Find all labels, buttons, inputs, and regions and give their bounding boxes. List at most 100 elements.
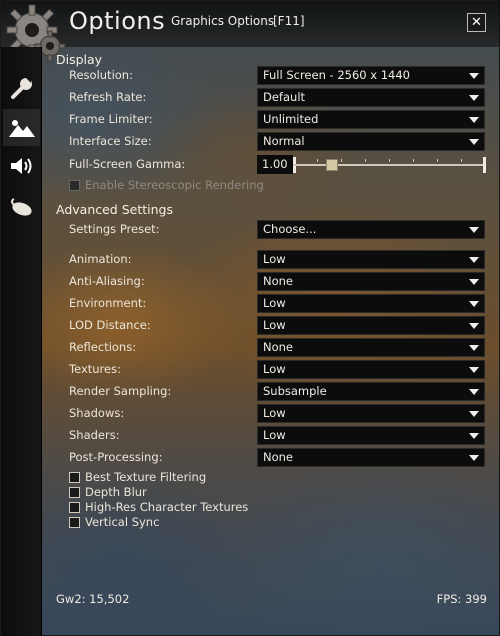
build-number: Gw2: 15,502 xyxy=(56,592,130,606)
vertical-sync-option[interactable]: Vertical Sync xyxy=(69,515,159,529)
chevron-down-icon xyxy=(469,433,479,439)
depth-blur-checkbox[interactable] xyxy=(69,486,80,498)
anti-aliasing-label: Anti-Aliasing: xyxy=(69,274,145,288)
speaker-icon xyxy=(10,157,31,174)
settings-preset-dropdown[interactable]: Choose... xyxy=(257,220,485,239)
slider-tick xyxy=(389,159,390,162)
stereo-rendering-checkbox[interactable] xyxy=(69,179,80,191)
settings-preset-label: Settings Preset: xyxy=(69,222,160,236)
gamma-slider-track[interactable] xyxy=(293,164,486,166)
mountains-icon xyxy=(8,119,35,137)
gamma-label: Full-Screen Gamma: xyxy=(69,157,186,171)
settings-preset-value: Choose... xyxy=(263,222,317,236)
window-subtitle: Graphics Options xyxy=(171,14,275,28)
chevron-down-icon xyxy=(469,73,479,79)
lod-distance-label: LOD Distance: xyxy=(69,318,151,332)
frame-limiter-dropdown[interactable]: Unlimited xyxy=(257,110,485,129)
resolution-dropdown[interactable]: Full Screen - 2560 x 1440 xyxy=(257,66,485,85)
advanced-section-title: Advanced Settings xyxy=(56,202,173,217)
best-texture-filtering-label: Best Texture Filtering xyxy=(85,470,207,484)
chevron-down-icon xyxy=(469,455,479,461)
environment-label: Environment: xyxy=(69,296,147,310)
shaders-value: Low xyxy=(263,428,286,442)
gamma-slider-thumb[interactable] xyxy=(325,159,338,171)
chevron-down-icon xyxy=(469,323,479,329)
animation-label: Animation: xyxy=(69,252,132,266)
best-texture-filtering-checkbox[interactable] xyxy=(69,471,80,483)
display-section-title: Display xyxy=(56,52,103,67)
hotkey-label: [F11] xyxy=(273,14,305,28)
vertical-sync-label: Vertical Sync xyxy=(85,515,160,529)
textures-dropdown[interactable]: Low xyxy=(257,360,485,379)
anti-aliasing-value: None xyxy=(263,274,294,288)
window-title: Options xyxy=(69,7,166,35)
interface-size-value: Normal xyxy=(263,134,305,148)
refresh-rate-label: Refresh Rate: xyxy=(69,90,147,104)
wrench-icon xyxy=(10,77,32,99)
refresh-rate-dropdown[interactable]: Default xyxy=(257,88,485,107)
high-res-textures-label: High-Res Character Textures xyxy=(85,500,249,514)
depth-blur-label: Depth Blur xyxy=(85,485,147,499)
chevron-down-icon xyxy=(469,279,479,285)
chevron-down-icon xyxy=(469,301,479,307)
vertical-sync-checkbox[interactable] xyxy=(69,516,80,528)
slider-tick xyxy=(437,159,438,162)
environment-value: Low xyxy=(263,296,286,310)
post-processing-value: None xyxy=(263,450,294,464)
mouse-icon xyxy=(10,197,32,216)
frame-limiter-label: Frame Limiter: xyxy=(69,112,153,126)
tab-graphics[interactable] xyxy=(3,109,40,146)
high-res-textures-checkbox[interactable] xyxy=(69,501,80,513)
render-sampling-label: Render Sampling: xyxy=(69,384,172,398)
slider-end-right xyxy=(483,157,486,173)
best-texture-filtering-option[interactable]: Best Texture Filtering xyxy=(69,470,206,484)
lod-distance-dropdown[interactable]: Low xyxy=(257,316,485,335)
slider-tick xyxy=(317,159,318,162)
chevron-down-icon xyxy=(469,257,479,263)
render-sampling-value: Subsample xyxy=(263,384,327,398)
window-header: Options Graphics Options [F11] ✕ xyxy=(1,1,500,62)
options-content: Display Resolution: Full Screen - 2560 x… xyxy=(42,47,500,636)
slider-tick xyxy=(461,159,462,162)
chevron-down-icon xyxy=(469,411,479,417)
reflections-dropdown[interactable]: None xyxy=(257,338,485,357)
chevron-down-icon xyxy=(469,345,479,351)
chevron-down-icon xyxy=(469,227,479,233)
shadows-dropdown[interactable]: Low xyxy=(257,404,485,423)
options-sidebar xyxy=(1,47,42,636)
chevron-down-icon xyxy=(469,95,479,101)
anti-aliasing-dropdown[interactable]: None xyxy=(257,272,485,291)
textures-label: Textures: xyxy=(69,362,121,376)
slider-tick xyxy=(365,159,366,162)
reflections-value: None xyxy=(263,340,294,354)
gamma-value: 1.00 xyxy=(257,155,293,174)
resolution-value: Full Screen - 2560 x 1440 xyxy=(263,68,410,82)
environment-dropdown[interactable]: Low xyxy=(257,294,485,313)
reflections-label: Reflections: xyxy=(69,340,137,354)
stereo-rendering-label: Enable Stereoscopic Rendering xyxy=(85,178,264,192)
animation-value: Low xyxy=(263,252,286,266)
high-res-textures-option[interactable]: High-Res Character Textures xyxy=(69,500,248,514)
lod-distance-value: Low xyxy=(263,318,286,332)
animation-dropdown[interactable]: Low xyxy=(257,250,485,269)
tab-controls[interactable] xyxy=(3,189,40,226)
chevron-down-icon xyxy=(469,389,479,395)
frame-limiter-value: Unlimited xyxy=(263,112,319,126)
tab-general[interactable] xyxy=(3,69,40,106)
interface-size-dropdown[interactable]: Normal xyxy=(257,132,485,151)
post-processing-label: Post-Processing: xyxy=(69,450,163,464)
depth-blur-option[interactable]: Depth Blur xyxy=(69,485,147,499)
tab-audio[interactable] xyxy=(3,147,40,184)
chevron-down-icon xyxy=(469,367,479,373)
shaders-label: Shaders: xyxy=(69,428,120,442)
close-button[interactable]: ✕ xyxy=(467,13,486,32)
fps-counter: FPS: 399 xyxy=(436,592,487,606)
shadows-label: Shadows: xyxy=(69,406,125,420)
render-sampling-dropdown[interactable]: Subsample xyxy=(257,382,485,401)
interface-size-label: Interface Size: xyxy=(69,134,152,148)
stereo-rendering-option[interactable]: Enable Stereoscopic Rendering xyxy=(69,178,264,192)
post-processing-dropdown[interactable]: None xyxy=(257,448,485,467)
options-window: Options Graphics Options [F11] ✕ Display… xyxy=(0,0,500,636)
shaders-dropdown[interactable]: Low xyxy=(257,426,485,445)
refresh-rate-value: Default xyxy=(263,90,306,104)
